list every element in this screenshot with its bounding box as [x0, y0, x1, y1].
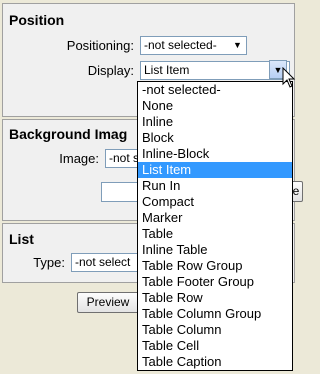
- dropdown-option[interactable]: Table Footer Group: [138, 274, 292, 290]
- dropdown-option[interactable]: Marker: [138, 210, 292, 226]
- dropdown-option[interactable]: Table Caption: [138, 354, 292, 370]
- dropdown-option[interactable]: Block: [138, 130, 292, 146]
- display-select[interactable]: List Item: [140, 61, 290, 80]
- dropdown-option[interactable]: Table Row: [138, 290, 292, 306]
- dropdown-option[interactable]: Table Cell: [138, 338, 292, 354]
- dropdown-option[interactable]: -not selected-: [138, 82, 292, 98]
- dropdown-option[interactable]: Table Row Group: [138, 258, 292, 274]
- position-title: Position: [9, 12, 65, 28]
- display-label: Display:: [87, 63, 134, 78]
- dropdown-option[interactable]: Table Column Group: [138, 306, 292, 322]
- background-title: Background Imag: [9, 126, 128, 142]
- positioning-select[interactable]: -not selected- ▼: [140, 36, 247, 55]
- dropdown-option[interactable]: None: [138, 98, 292, 114]
- positioning-select-value: -not selected-: [144, 38, 217, 52]
- preview-button[interactable]: Preview: [77, 292, 139, 313]
- image-label: Image:: [59, 151, 99, 166]
- dropdown-option[interactable]: Inline Table: [138, 242, 292, 258]
- dropdown-option[interactable]: Compact: [138, 194, 292, 210]
- dropdown-option[interactable]: Table Column: [138, 322, 292, 338]
- dropdown-option[interactable]: Table: [138, 226, 292, 242]
- chevron-down-icon: ▼: [233, 40, 242, 50]
- dropdown-option[interactable]: Inline: [138, 114, 292, 130]
- type-select[interactable]: -not select: [71, 253, 143, 272]
- type-label: Type:: [33, 255, 65, 270]
- display-select-value: List Item: [144, 63, 190, 77]
- dropdown-option[interactable]: List Item: [138, 162, 292, 178]
- positioning-label: Positioning:: [66, 38, 134, 53]
- list-title: List: [9, 231, 34, 247]
- dropdown-option[interactable]: Inline-Block: [138, 146, 292, 162]
- mouse-cursor-icon: [282, 67, 296, 88]
- display-dropdown-list[interactable]: -not selected- None Inline Block Inline-Bloc…: [137, 81, 293, 371]
- type-select-value: -not select: [75, 255, 131, 269]
- preview-button-label: Preview: [86, 295, 130, 309]
- dropdown-option[interactable]: Run In: [138, 178, 292, 194]
- image-select-value: -not s: [109, 151, 140, 165]
